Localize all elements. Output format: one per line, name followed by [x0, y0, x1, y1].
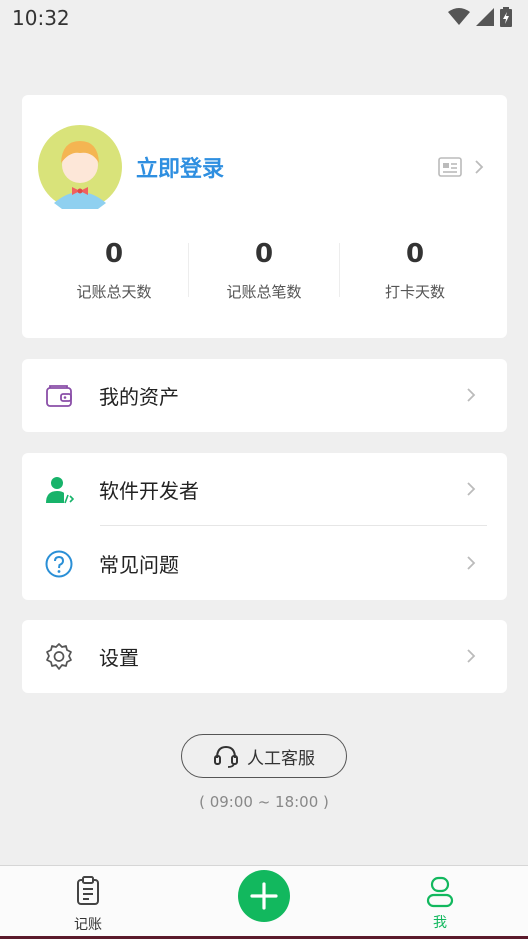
- gear-icon: [46, 643, 72, 670]
- stat-value: 0: [254, 239, 274, 269]
- stat-label: 打卡天数: [384, 283, 445, 301]
- chevron-right-icon: [467, 388, 476, 402]
- assets-card: 我的资产: [22, 359, 507, 432]
- stat-total-days: 0 记账总天数: [38, 235, 190, 302]
- status-icons: [448, 7, 512, 27]
- stat-value: 0: [405, 239, 425, 269]
- chevron-right-icon: [467, 556, 476, 570]
- stat-total-entries: 0 记账总笔数: [188, 235, 340, 302]
- menu-item-settings[interactable]: 设置: [22, 620, 507, 693]
- service-hours: ( 09:00 ~ 18:00 ): [199, 793, 329, 811]
- plus-icon: [250, 882, 278, 910]
- stat-label: 记账总笔数: [226, 283, 302, 301]
- question-icon: [45, 550, 73, 578]
- id-card-icon[interactable]: [438, 157, 462, 177]
- clipboard-icon: [77, 876, 99, 905]
- chevron-right-icon: [467, 649, 476, 663]
- chevron-right-icon: [467, 482, 476, 496]
- status-time: 10:32: [12, 6, 70, 30]
- menu-label: 软件开发者: [99, 479, 199, 503]
- developer-icon: [46, 477, 74, 504]
- avatar[interactable]: [38, 125, 122, 209]
- menu-label: 我的资产: [99, 385, 179, 409]
- add-record-button[interactable]: [238, 870, 290, 922]
- menu-item-developer[interactable]: 软件开发者: [22, 453, 507, 526]
- tab-bookkeeping[interactable]: 记账: [48, 876, 128, 934]
- signal-icon: [476, 8, 494, 26]
- menu-label: 常见问题: [99, 553, 179, 577]
- headset-icon: [214, 745, 238, 768]
- stat-label: 记账总天数: [76, 283, 152, 301]
- chevron-right-icon[interactable]: [474, 159, 484, 175]
- profile-card: 立即登录 0 记账总天数 0 记账总笔数 0 打卡天数: [22, 95, 507, 338]
- customer-service-button[interactable]: 人工客服: [181, 734, 347, 778]
- menu-item-assets[interactable]: 我的资产: [22, 359, 507, 432]
- row-divider: [100, 525, 487, 526]
- login-link[interactable]: 立即登录: [136, 151, 224, 183]
- user-icon: [426, 876, 454, 908]
- customer-service-label: 人工客服: [247, 748, 315, 769]
- wifi-icon: [448, 8, 470, 25]
- tab-label: 我: [433, 915, 447, 931]
- stat-checkin-days: 0 打卡天数: [339, 235, 491, 302]
- tab-me[interactable]: 我: [400, 876, 480, 932]
- stat-value: 0: [104, 239, 124, 269]
- menu-item-faq[interactable]: 常见问题: [22, 527, 507, 600]
- status-bar: 10:32: [0, 0, 528, 36]
- tab-label: 记账: [74, 917, 102, 933]
- battery-icon: [500, 7, 512, 27]
- settings-card: 设置: [22, 620, 507, 693]
- info-card: 软件开发者 常见问题: [22, 453, 507, 600]
- wallet-icon: [46, 385, 72, 407]
- bottom-tab-bar: 记账 我: [0, 865, 528, 939]
- menu-label: 设置: [99, 646, 139, 670]
